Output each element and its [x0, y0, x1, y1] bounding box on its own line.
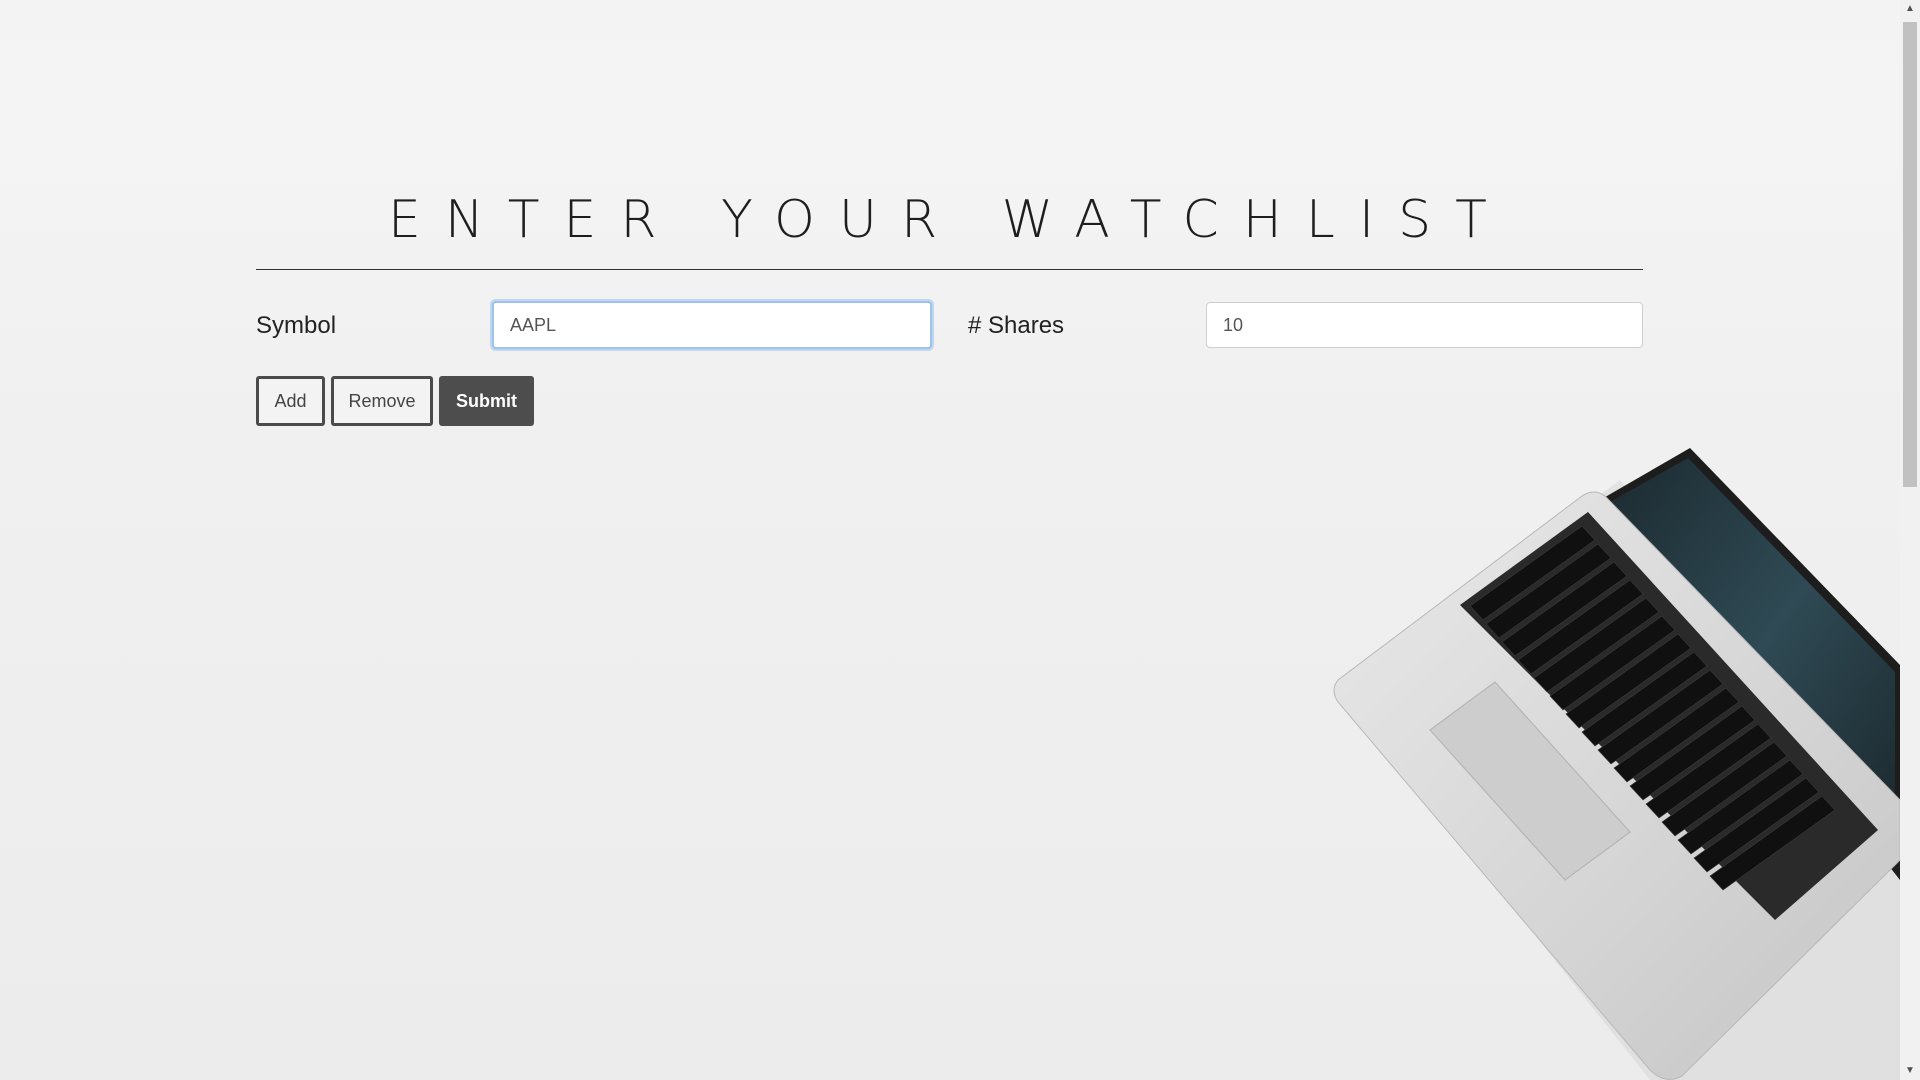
page-title: ENTER YOUR WATCHLIST	[388, 190, 1511, 250]
shares-label: # Shares	[968, 312, 1065, 339]
vertical-scrollbar[interactable]: ▲ ▼	[1900, 0, 1920, 1080]
symbol-input[interactable]	[492, 301, 932, 349]
title-divider	[256, 269, 1643, 270]
add-button[interactable]: Add	[256, 376, 325, 426]
shares-input[interactable]	[1206, 302, 1643, 348]
symbol-label: Symbol	[256, 312, 337, 339]
scroll-up-icon[interactable]: ▲	[1900, 0, 1920, 18]
page: ENTER YOUR WATCHLIST Symbol # Shares Add…	[0, 0, 1900, 1080]
submit-button[interactable]: Submit	[439, 376, 534, 426]
laptop-image	[1333, 448, 1900, 1080]
scroll-down-icon[interactable]: ▼	[1900, 1062, 1920, 1080]
scrollbar-thumb[interactable]	[1903, 22, 1917, 487]
remove-button[interactable]: Remove	[331, 376, 433, 426]
